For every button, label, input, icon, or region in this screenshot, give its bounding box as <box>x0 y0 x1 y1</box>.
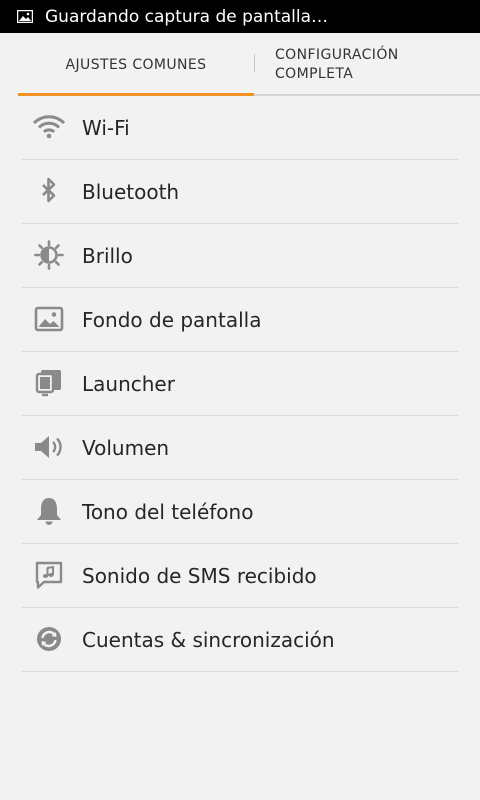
tab-bar: AJUSTES COMUNES CONFIGURACIÓN COMPLETA <box>0 33 480 96</box>
volume-icon <box>32 432 66 462</box>
settings-list: Wi-Fi Bluetooth Brillo Fondo de pantalla… <box>0 96 480 672</box>
settings-item-wifi[interactable]: Wi-Fi <box>0 96 480 160</box>
settings-item-sms-sound[interactable]: Sonido de SMS recibido <box>0 544 480 608</box>
launcher-icon <box>32 368 66 398</box>
tab-full-configuration[interactable]: CONFIGURACIÓN COMPLETA <box>255 33 463 96</box>
settings-item-label: Cuentas & sincronización <box>82 628 335 652</box>
divider <box>22 671 458 672</box>
settings-item-brightness[interactable]: Brillo <box>0 224 480 288</box>
settings-item-label: Launcher <box>82 372 175 396</box>
settings-item-label: Volumen <box>82 436 170 460</box>
wifi-icon <box>32 112 66 142</box>
settings-item-launcher[interactable]: Launcher <box>0 352 480 416</box>
tab-full-label-line1: CONFIGURACIÓN <box>275 46 399 63</box>
tab-common-settings[interactable]: AJUSTES COMUNES <box>18 33 254 96</box>
settings-item-bluetooth[interactable]: Bluetooth <box>0 160 480 224</box>
settings-item-volume[interactable]: Volumen <box>0 416 480 480</box>
settings-item-accounts-sync[interactable]: Cuentas & sincronización <box>0 608 480 672</box>
tab-full-configuration-label: CONFIGURACIÓN COMPLETA <box>275 46 399 84</box>
tab-common-settings-label: AJUSTES COMUNES <box>65 56 207 73</box>
status-bar: Guardando captura de pantalla… <box>0 0 480 33</box>
sync-icon <box>32 624 66 654</box>
image-icon <box>17 10 33 23</box>
status-bar-text: Guardando captura de pantalla… <box>45 6 329 27</box>
wallpaper-icon <box>32 304 66 334</box>
settings-item-label: Brillo <box>82 244 133 268</box>
brightness-icon <box>32 240 66 270</box>
settings-item-wallpaper[interactable]: Fondo de pantalla <box>0 288 480 352</box>
settings-item-label: Wi-Fi <box>82 116 130 140</box>
sms-sound-icon <box>32 560 66 590</box>
settings-item-ringtone[interactable]: Tono del teléfono <box>0 480 480 544</box>
settings-item-label: Sonido de SMS recibido <box>82 564 317 588</box>
tab-full-label-line2: COMPLETA <box>275 65 354 82</box>
settings-item-label: Tono del teléfono <box>82 500 254 524</box>
bluetooth-icon <box>32 176 66 206</box>
bell-icon <box>32 496 66 526</box>
settings-item-label: Fondo de pantalla <box>82 308 262 332</box>
settings-item-label: Bluetooth <box>82 180 180 204</box>
